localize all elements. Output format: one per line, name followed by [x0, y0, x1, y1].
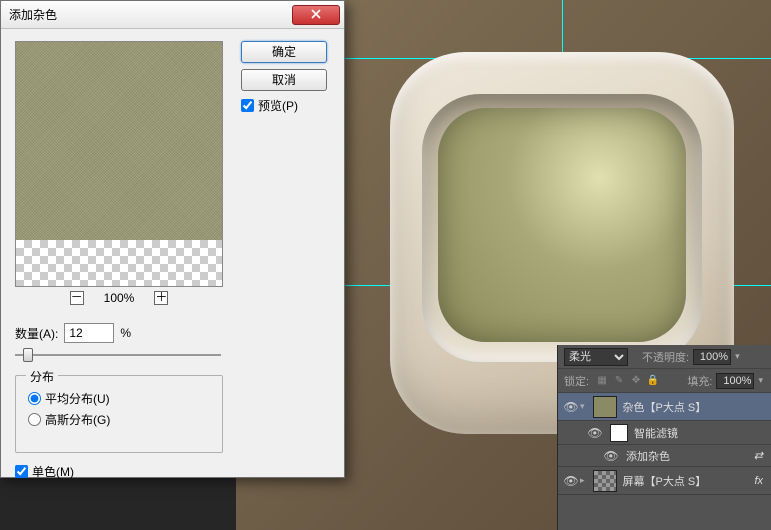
cancel-button[interactable]: 取消 — [241, 69, 327, 91]
smart-filter-mask[interactable] — [610, 424, 628, 442]
preview-image[interactable] — [15, 41, 223, 287]
layer-thumbnail[interactable] — [593, 396, 617, 418]
dialog-titlebar[interactable]: 添加杂色 — [1, 1, 344, 29]
distribution-legend: 分布 — [26, 368, 58, 385]
zoom-out-button[interactable]: － — [70, 291, 84, 305]
ok-button[interactable]: 确定 — [241, 41, 327, 63]
layer-name[interactable]: 屏幕【P大点 S】 — [623, 473, 707, 489]
chevron-down-icon[interactable]: ▾ — [735, 351, 740, 362]
monochrome-checkbox[interactable] — [15, 465, 28, 478]
visibility-toggle-icon[interactable]: 👁 — [586, 426, 604, 440]
zoom-level: 100% — [104, 291, 135, 305]
visibility-toggle-icon[interactable]: 👁 — [562, 474, 580, 488]
gaussian-label: 高斯分布(G) — [45, 411, 110, 428]
layer-item[interactable]: 👁 ▸ 屏幕【P大点 S】 fx — [558, 467, 771, 495]
gaussian-radio[interactable] — [28, 413, 41, 426]
filter-blend-icon[interactable]: ⇄ — [754, 449, 767, 462]
preview-noise-area — [16, 42, 222, 240]
slider-thumb[interactable] — [23, 348, 33, 362]
close-button[interactable] — [292, 5, 340, 25]
amount-label: 数量(A): — [15, 325, 58, 342]
lock-position-icon[interactable]: ✥ — [629, 374, 643, 388]
opacity-label: 不透明度: — [642, 349, 689, 365]
uniform-label: 平均分布(U) — [45, 390, 110, 407]
preview-transparent-area — [16, 240, 222, 286]
amount-slider[interactable] — [15, 347, 221, 363]
opacity-value[interactable]: 100% — [693, 349, 731, 365]
amount-unit: % — [120, 326, 131, 340]
layer-item[interactable]: 👁 添加杂色 ⇄ — [558, 445, 771, 467]
expand-icon[interactable]: ▾ — [580, 401, 585, 412]
visibility-toggle-icon[interactable]: 👁 — [602, 449, 620, 463]
layer-item[interactable]: 👁 智能滤镜 — [558, 421, 771, 445]
chevron-down-icon[interactable]: ▾ — [758, 375, 763, 386]
filter-name[interactable]: 添加杂色 — [626, 448, 670, 464]
layer-item[interactable]: 👁 ▾ 杂色【P大点 S】 — [558, 393, 771, 421]
visibility-toggle-icon[interactable]: 👁 — [562, 400, 580, 414]
add-noise-dialog: 添加杂色 － 100% ＋ 确定 取消 预览(P) 数量(A): % — [0, 0, 345, 478]
fill-value[interactable]: 100% — [716, 373, 754, 389]
lock-all-icon[interactable]: 🔒 — [646, 374, 660, 388]
layer-thumbnail[interactable] — [593, 470, 617, 492]
preview-checkbox-label: 预览(P) — [258, 97, 298, 114]
fill-label: 填充: — [687, 373, 712, 389]
layer-fx-label[interactable]: fx — [754, 475, 767, 487]
zoom-in-button[interactable]: ＋ — [154, 291, 168, 305]
blend-mode-select[interactable]: 柔光 — [564, 348, 628, 366]
dialog-title: 添加杂色 — [9, 6, 57, 23]
artwork-icon-screen — [438, 108, 686, 342]
expand-icon[interactable]: ▸ — [580, 475, 585, 486]
layer-name: 智能滤镜 — [634, 425, 678, 441]
lock-transparency-icon[interactable]: ▦ — [595, 374, 609, 388]
preview-checkbox[interactable] — [241, 99, 254, 112]
uniform-radio[interactable] — [28, 392, 41, 405]
lock-label: 锁定: — [564, 373, 589, 389]
lock-pixels-icon[interactable]: ✎ — [612, 374, 626, 388]
layer-name[interactable]: 杂色【P大点 S】 — [623, 399, 707, 415]
amount-input[interactable] — [64, 323, 114, 343]
distribution-group: 分布 平均分布(U) 高斯分布(G) — [15, 375, 223, 453]
monochrome-label: 单色(M) — [32, 463, 74, 480]
slider-track — [15, 354, 221, 356]
layers-panel: 柔光 不透明度: 100% ▾ 锁定: ▦ ✎ ✥ 🔒 填充: 100% ▾ 👁… — [557, 345, 771, 530]
